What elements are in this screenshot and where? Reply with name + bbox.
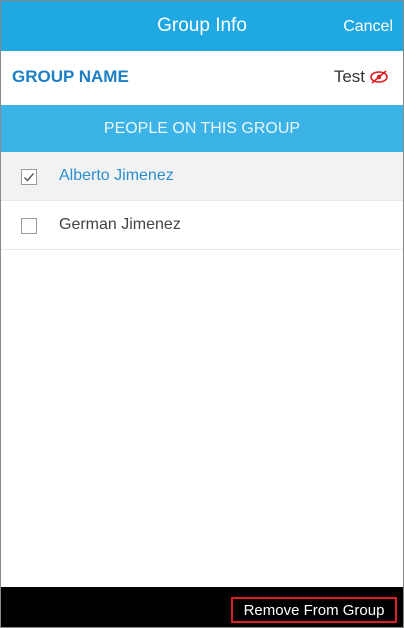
member-list: Alberto Jimenez German Jimenez	[1, 152, 403, 250]
header-bar: Group Info Cancel	[1, 1, 403, 51]
eye-off-icon[interactable]	[369, 70, 389, 84]
remove-from-group-button[interactable]: Remove From Group	[231, 597, 397, 623]
group-name-label: GROUP NAME	[12, 67, 129, 86]
member-name: German Jimenez	[59, 216, 181, 233]
group-name-row: GROUP NAME Test	[1, 51, 403, 103]
list-item[interactable]: German Jimenez	[1, 201, 403, 250]
checkbox[interactable]	[21, 169, 37, 185]
people-section-header: PEOPLE ON THIS GROUP	[1, 105, 403, 152]
cancel-button[interactable]: Cancel	[343, 1, 393, 51]
group-name-value: Test	[334, 51, 389, 103]
bottom-toolbar: Remove From Group	[1, 587, 403, 627]
checkbox[interactable]	[21, 218, 37, 234]
list-item[interactable]: Alberto Jimenez	[1, 152, 403, 201]
app-frame: Group Info Cancel GROUP NAME Test PEOPLE…	[0, 0, 404, 628]
member-name: Alberto Jimenez	[59, 167, 174, 184]
group-name-text: Test	[333, 67, 365, 86]
